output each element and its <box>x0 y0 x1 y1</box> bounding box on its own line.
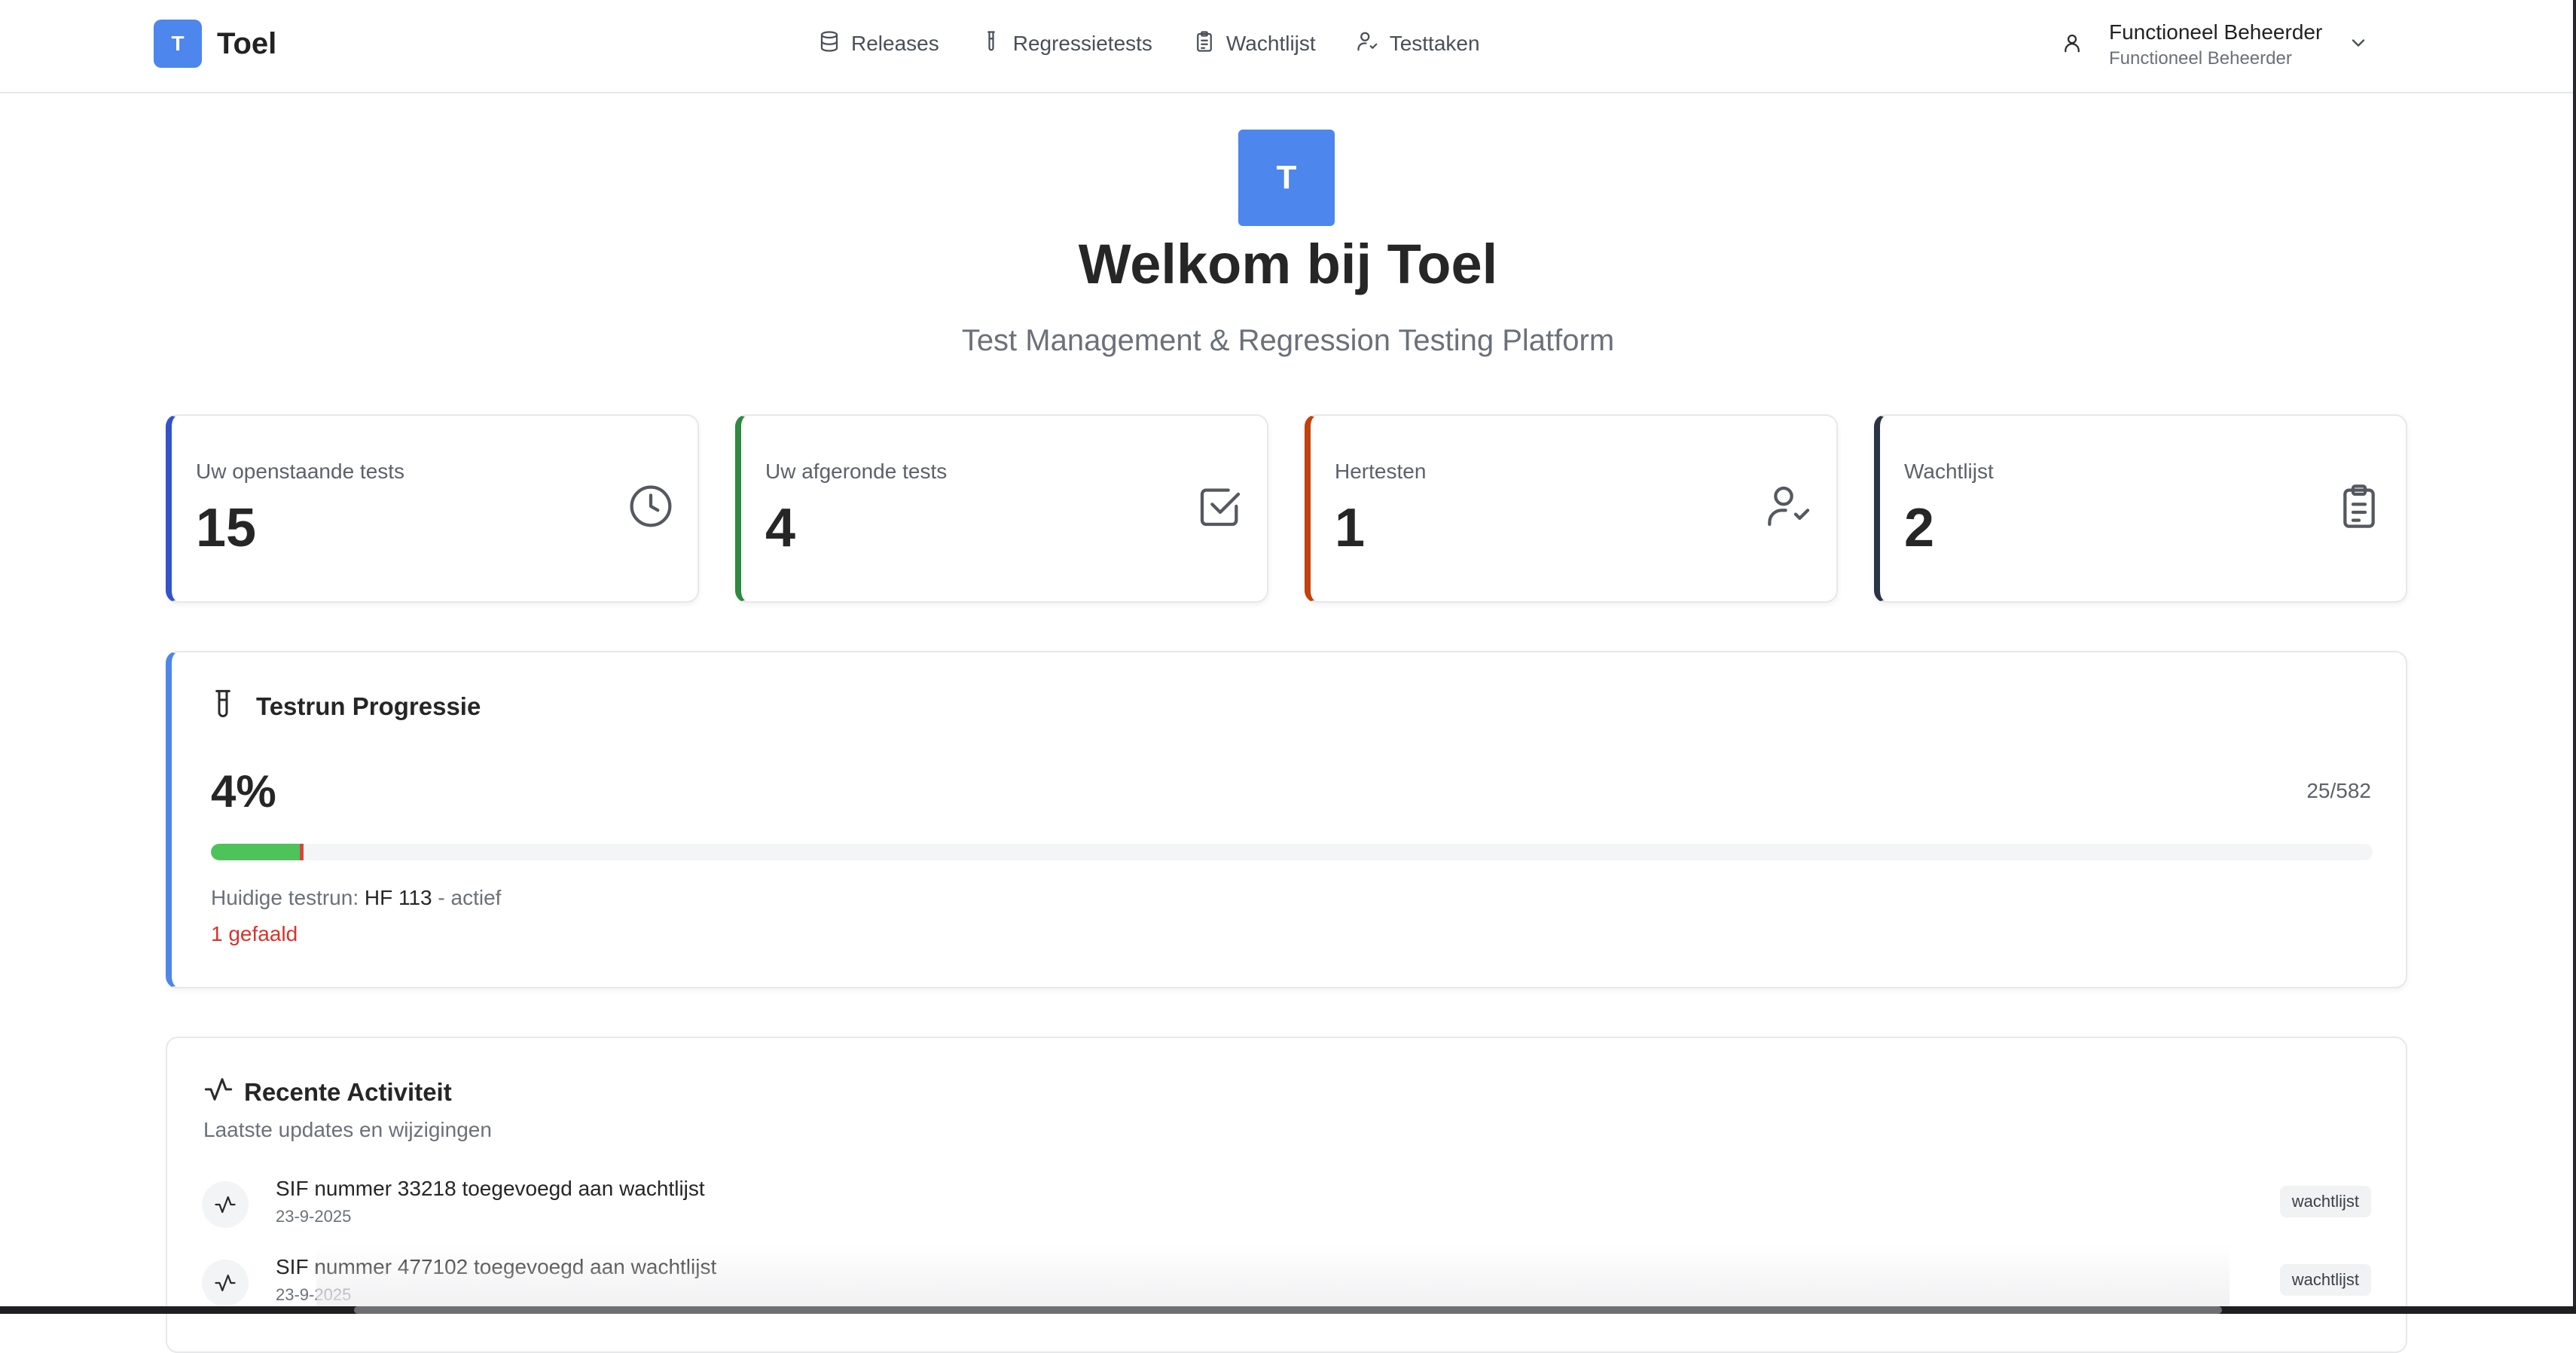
app-logo[interactable]: T Toel <box>154 20 276 68</box>
failed-count: 1 gefaald <box>211 922 298 945</box>
progress-title: Testrun Progressie <box>211 689 481 725</box>
square-check-icon <box>1196 482 1244 534</box>
activity-text: SIF nummer 477102 toegevoegd aan wachtli… <box>276 1255 717 1278</box>
stat-label: Uw afgeronde tests <box>765 460 948 483</box>
recent-activity-card: Recente Activiteit Laatste updates en wi… <box>166 1037 2407 1353</box>
nav-item-testtaken[interactable]: Testtaken <box>1357 30 1480 58</box>
stat-card-completed-tests[interactable]: Uw afgeronde tests 4 <box>735 414 1268 603</box>
current-testrun: Huidige testrun: HF 113 - actief <box>211 886 501 910</box>
activity-badge: wachtlijst <box>2279 1186 2371 1217</box>
testrun-status: - actief <box>438 886 502 909</box>
user-role: Functioneel Beheerder <box>2109 48 2292 69</box>
window-edge <box>2573 0 2576 1306</box>
activity-date: 23-9-2025 <box>276 1207 352 1226</box>
progress-bar-passed <box>211 844 300 860</box>
testrun-progress-card: Testrun Progressie 4% 25/582 Huidige tes… <box>166 651 2407 988</box>
stat-label: Uw openstaande tests <box>196 460 405 483</box>
activity-text: SIF nummer 33218 toegevoegd aan wachtlij… <box>276 1177 705 1200</box>
top-header: T Toel Releases Regressietests Wachtlijs… <box>0 0 2576 93</box>
app-name: Toel <box>217 26 277 60</box>
database-icon <box>818 30 851 58</box>
progress-percent: 4% <box>211 766 276 817</box>
stat-value: 15 <box>196 498 257 558</box>
main-nav: Releases Regressietests Wachtlijst Testt… <box>818 27 1480 60</box>
user-info: Functioneel Beheerder Functioneel Beheer… <box>2109 18 2322 71</box>
activity-subtitle: Laatste updates en wijzigingen <box>203 1118 492 1141</box>
user-check-icon <box>1766 482 1814 534</box>
nav-item-regressietests[interactable]: Regressietests <box>980 30 1152 58</box>
testrun-prefix: Huidige testrun: <box>211 886 359 909</box>
stat-card-retests[interactable]: Hertesten 1 <box>1305 414 1838 603</box>
activity-title-text: Recente Activiteit <box>244 1078 452 1106</box>
clock-icon <box>627 482 675 534</box>
test-tube-icon <box>211 689 256 725</box>
stat-label: Wachtlijst <box>1904 460 1994 483</box>
page-subtitle: Test Management & Regression Testing Pla… <box>961 324 1615 357</box>
activity-icon <box>202 1260 249 1306</box>
user-name: Functioneel Beheerder <box>2109 20 2323 44</box>
test-tube-icon <box>980 30 1013 58</box>
activity-icon <box>203 1074 244 1110</box>
nav-item-label: Releases <box>851 32 939 55</box>
nav-item-label: Wachtlijst <box>1225 32 1316 55</box>
nav-item-wachtlijst[interactable]: Wachtlijst <box>1193 30 1316 58</box>
hero-logo: T <box>1238 130 1335 226</box>
nav-item-label: Testtaken <box>1389 32 1480 55</box>
activity-title: Recente Activiteit <box>203 1074 452 1110</box>
user-check-icon <box>1357 30 1390 58</box>
progress-bar-failed <box>300 844 304 860</box>
scrollbar-thumb[interactable] <box>354 1306 2222 1314</box>
progress-title-text: Testrun Progressie <box>256 692 481 720</box>
page-title: Welkom bij Toel <box>1078 233 1498 295</box>
activity-item[interactable]: SIF nummer 33218 toegevoegd aan wachtlij… <box>202 1177 2371 1237</box>
logo-mark: T <box>154 20 202 68</box>
clipboard-list-icon <box>1193 30 1226 58</box>
activity-date: 23-9-2025 <box>276 1285 352 1304</box>
stat-card-waitlist[interactable]: Wachtlijst 2 <box>1874 414 2407 603</box>
user-icon <box>2061 32 2083 58</box>
progress-bar <box>211 844 2373 860</box>
progress-count: 25/582 <box>2306 779 2371 802</box>
user-menu[interactable]: Functioneel Beheerder Functioneel Beheer… <box>2061 17 2369 72</box>
clipboard-list-icon <box>2335 482 2383 534</box>
activity-icon <box>202 1181 249 1228</box>
nav-item-releases[interactable]: Releases <box>818 30 939 58</box>
stat-value: 2 <box>1904 498 1935 558</box>
stat-card-open-tests[interactable]: Uw openstaande tests 15 <box>166 414 699 603</box>
testrun-name[interactable]: HF 113 <box>365 886 432 909</box>
stat-label: Hertesten <box>1335 460 1427 483</box>
stat-value: 1 <box>1335 498 1366 558</box>
activity-badge: wachtlijst <box>2279 1264 2371 1296</box>
nav-item-label: Regressietests <box>1012 32 1152 55</box>
stat-value: 4 <box>765 498 796 558</box>
chevron-down-icon[interactable] <box>2348 32 2369 57</box>
